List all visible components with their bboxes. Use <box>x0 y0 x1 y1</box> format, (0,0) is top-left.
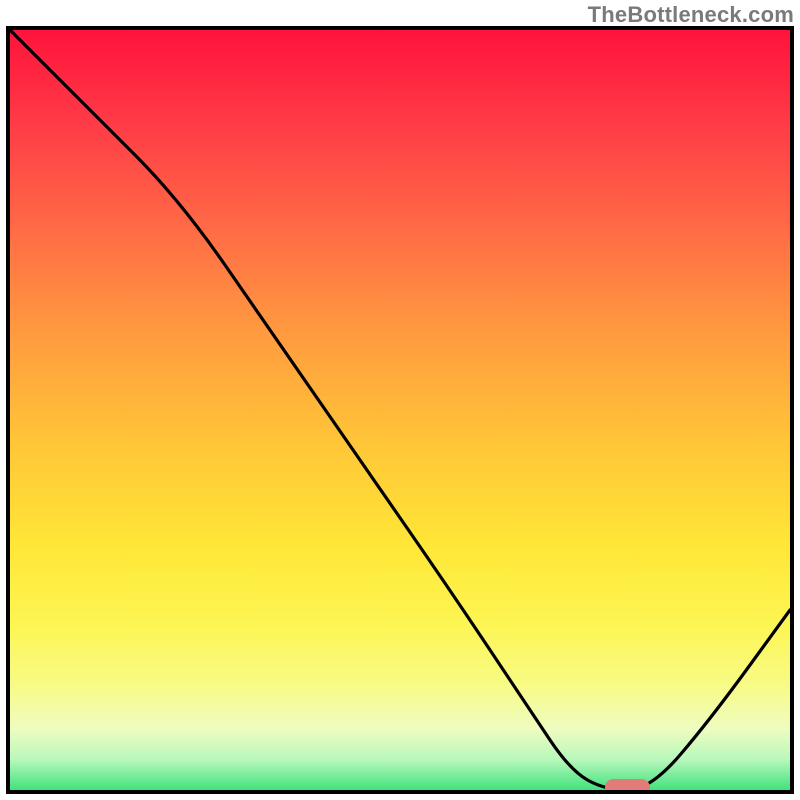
bottleneck-curve-path <box>10 30 790 790</box>
watermark-text: TheBottleneck.com <box>588 2 794 28</box>
chart-plot-area <box>6 26 794 794</box>
optimal-range-marker <box>605 779 650 794</box>
chart-stage: TheBottleneck.com <box>0 0 800 800</box>
chart-curve <box>10 30 790 790</box>
